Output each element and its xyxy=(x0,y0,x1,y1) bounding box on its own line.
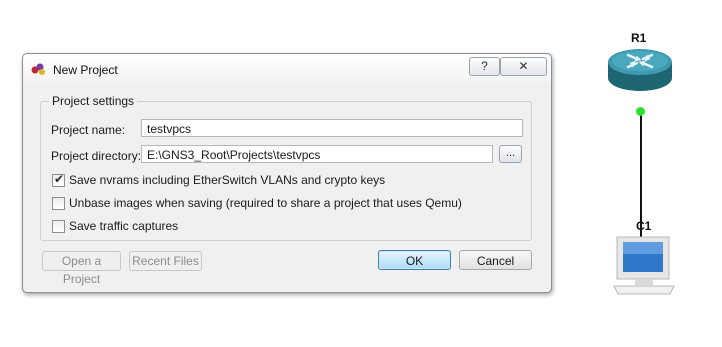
browse-button[interactable]: ... xyxy=(499,145,522,163)
unbase-images-label: Unbase images when saving (required to s… xyxy=(69,196,462,210)
router-icon[interactable] xyxy=(606,46,674,94)
pc-label: C1 xyxy=(636,219,652,233)
pc-icon[interactable] xyxy=(611,234,677,296)
check-icon: ✔ xyxy=(54,172,65,186)
cancel-button[interactable]: Cancel xyxy=(459,250,532,270)
project-directory-input[interactable]: E:\GNS3_Root\Projects\testvpcs xyxy=(141,145,493,163)
save-captures-checkbox[interactable]: ✔ xyxy=(52,220,65,233)
save-nvrams-checkbox[interactable]: ✔ xyxy=(52,172,65,187)
ok-button[interactable]: OK xyxy=(378,250,451,270)
help-button[interactable]: ? xyxy=(469,57,500,76)
project-name-input[interactable]: testvpcs xyxy=(141,119,523,137)
project-name-label: Project name: xyxy=(51,123,126,137)
router-label: R1 xyxy=(631,31,647,45)
recent-files-button[interactable]: Recent Files xyxy=(129,251,202,271)
close-button[interactable]: ✕ xyxy=(500,57,547,76)
link-status-dot xyxy=(636,107,645,116)
save-nvrams-label: Save nvrams including EtherSwitch VLANs … xyxy=(69,173,386,187)
gns3-app-icon xyxy=(31,63,45,75)
dialog-title: New Project xyxy=(53,63,118,77)
save-captures-label: Save traffic captures xyxy=(69,219,179,233)
dialog-titlebar[interactable]: New Project ? ✕ xyxy=(23,54,551,84)
project-directory-label: Project directory: xyxy=(51,149,142,163)
new-project-dialog: New Project ? ✕ Project settings Project… xyxy=(22,53,552,293)
group-title: Project settings xyxy=(49,94,138,108)
unbase-images-checkbox[interactable]: ✔ xyxy=(52,197,65,210)
open-project-button[interactable]: Open a Project xyxy=(42,251,121,286)
